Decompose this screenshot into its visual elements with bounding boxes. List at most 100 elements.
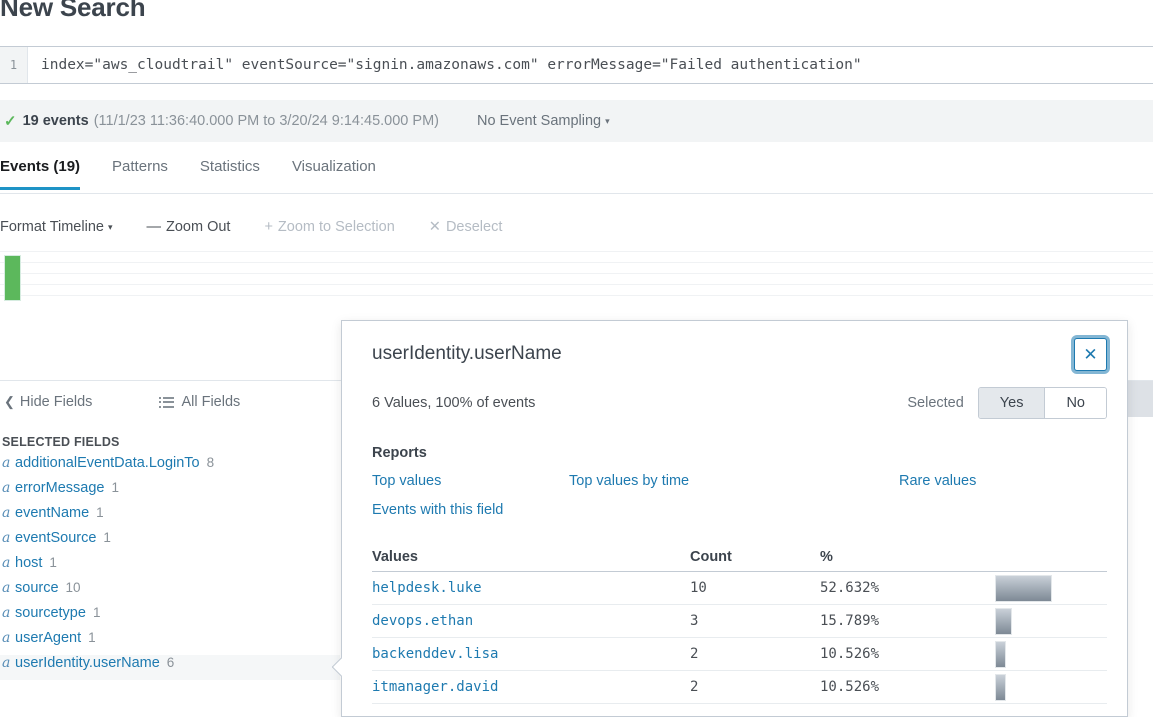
gridline xyxy=(0,262,1153,263)
field-name: userAgent xyxy=(15,630,82,646)
value-bar xyxy=(995,640,1007,668)
value-bar-cell xyxy=(995,574,1107,602)
field-row-eventName[interactable]: a eventName 1 xyxy=(0,505,340,530)
field-type-icon: a xyxy=(2,605,11,621)
value-bar-cell xyxy=(995,607,1107,635)
event-count-bar: ✓ 19 events (11/1/23 11:36:40.000 PM to … xyxy=(0,100,1153,142)
value-bar-cell xyxy=(995,640,1107,668)
value-link[interactable]: devops.ethan xyxy=(372,613,690,629)
reports-links: Top values Top values by time Rare value… xyxy=(342,461,1127,518)
value-bar xyxy=(995,574,1052,602)
chevron-down-icon: ▾ xyxy=(107,222,113,232)
gridline xyxy=(0,251,1153,252)
event-sampling-label: No Event Sampling xyxy=(476,113,602,129)
field-row-userIdentity-userName[interactable]: a userIdentity.userName 6 xyxy=(0,655,340,680)
list-icon xyxy=(159,396,175,408)
zoom-to-selection-button[interactable]: + Zoom to Selection xyxy=(264,219,394,235)
selected-no-button[interactable]: No xyxy=(1044,388,1106,418)
deselect-label: Deselect xyxy=(445,219,503,235)
events-with-this-field-link[interactable]: Events with this field xyxy=(372,502,569,518)
table-row: devops.ethan 3 15.789% xyxy=(372,605,1107,638)
field-name: errorMessage xyxy=(15,480,105,496)
value-percent: 52.632% xyxy=(820,580,880,596)
format-timeline-label: Format Timeline xyxy=(0,219,104,235)
field-count: 1 xyxy=(88,630,96,645)
field-count: 1 xyxy=(111,480,119,495)
field-row-additionalEventData-LoginTo[interactable]: a additionalEventData.LoginTo 8 xyxy=(0,455,340,480)
page-title: New Search xyxy=(0,0,146,22)
event-count: 19 events xyxy=(22,113,89,129)
close-x-icon: ✕ xyxy=(428,219,441,235)
value-count: 10 xyxy=(690,580,707,596)
value-link[interactable]: helpdesk.luke xyxy=(372,580,690,596)
search-query-input[interactable]: index="aws_cloudtrail" eventSource="sign… xyxy=(28,47,1153,83)
field-row-eventSource[interactable]: a eventSource 1 xyxy=(0,530,340,555)
value-percent: 10.526% xyxy=(820,679,880,695)
field-type-icon: a xyxy=(2,455,11,471)
search-bar[interactable]: 1 index="aws_cloudtrail" eventSource="si… xyxy=(0,46,1153,84)
column-header-values: Values xyxy=(372,548,418,565)
tab-statistics[interactable]: Statistics xyxy=(200,158,260,189)
field-type-icon: a xyxy=(2,630,11,646)
value-percent: 10.526% xyxy=(820,646,880,662)
deselect-button[interactable]: ✕ Deselect xyxy=(429,219,503,235)
line-number-gutter: 1 xyxy=(0,47,28,83)
selected-fields-heading: SELECTED FIELDS xyxy=(2,435,120,449)
result-tabs: Events (19) Patterns Statistics Visualiz… xyxy=(0,152,1153,194)
field-name: eventSource xyxy=(15,530,97,546)
selected-yes-button[interactable]: Yes xyxy=(978,388,1045,418)
top-values-by-time-link[interactable]: Top values by time xyxy=(569,473,899,489)
field-row-host[interactable]: a host 1 xyxy=(0,555,340,580)
tab-visualization[interactable]: Visualization xyxy=(292,158,376,189)
value-bar xyxy=(995,673,1007,701)
field-type-icon: a xyxy=(2,530,11,546)
field-row-sourcetype[interactable]: a sourcetype 1 xyxy=(0,605,340,630)
zoom-out-label: Zoom Out xyxy=(165,219,231,235)
check-icon: ✓ xyxy=(4,113,17,130)
hide-fields-button[interactable]: ❮ Hide Fields xyxy=(4,394,92,410)
splunk-search-page: New Search 1 index="aws_cloudtrail" even… xyxy=(0,0,1153,717)
modal-subheader: 6 Values, 100% of events Selected Yes No xyxy=(342,365,1127,419)
field-count: 10 xyxy=(65,580,81,595)
field-count: 1 xyxy=(96,505,104,520)
column-header-percent: % xyxy=(820,548,833,565)
selected-label: Selected xyxy=(907,395,964,411)
field-type-icon: a xyxy=(2,655,11,671)
value-bar-cell xyxy=(995,673,1107,701)
column-header-count: Count xyxy=(690,548,732,565)
timeline-bar[interactable] xyxy=(4,255,21,301)
field-name: userIdentity.userName xyxy=(15,655,160,671)
chevron-left-icon: ❮ xyxy=(4,394,15,409)
value-percent: 15.789% xyxy=(820,613,880,629)
value-link[interactable]: backenddev.lisa xyxy=(372,646,690,662)
tab-events[interactable]: Events (19) xyxy=(0,158,81,190)
reports-heading: Reports xyxy=(372,445,427,461)
field-type-icon: a xyxy=(2,480,11,496)
top-values-link[interactable]: Top values xyxy=(372,473,569,489)
field-row-source[interactable]: a source 10 xyxy=(0,580,340,605)
values-table: Values Count % helpdesk.luke 10 52.632% … xyxy=(342,518,1127,704)
field-count: 8 xyxy=(206,455,215,470)
field-row-userAgent[interactable]: a userAgent 1 xyxy=(0,630,340,655)
zoom-out-button[interactable]: — Zoom Out xyxy=(146,219,230,235)
values-table-header: Values Count % xyxy=(372,542,1107,572)
format-timeline-button[interactable]: Format Timeline ▾ xyxy=(0,219,112,235)
rare-values-link[interactable]: Rare values xyxy=(899,473,1127,489)
tab-patterns[interactable]: Patterns xyxy=(112,158,168,189)
zoom-to-selection-label: Zoom to Selection xyxy=(277,219,395,235)
close-icon[interactable]: ✕ xyxy=(1074,338,1107,371)
field-row-errorMessage[interactable]: a errorMessage 1 xyxy=(0,480,340,505)
field-count: 1 xyxy=(49,555,57,570)
timeline-chart[interactable] xyxy=(0,250,1153,302)
gridline xyxy=(0,273,1153,274)
event-time-range: (11/1/23 11:36:40.000 PM to 3/20/24 9:14… xyxy=(93,113,439,129)
plus-icon: + xyxy=(264,219,273,235)
value-link[interactable]: itmanager.david xyxy=(372,679,690,695)
field-count: 1 xyxy=(92,605,101,620)
value-count: 2 xyxy=(690,646,699,662)
all-fields-button[interactable]: All Fields xyxy=(159,394,240,410)
field-name: host xyxy=(15,555,43,571)
field-type-icon: a xyxy=(2,580,11,596)
field-name: eventName xyxy=(15,505,90,521)
event-sampling-dropdown[interactable]: No Event Sampling ▾ xyxy=(477,113,610,129)
